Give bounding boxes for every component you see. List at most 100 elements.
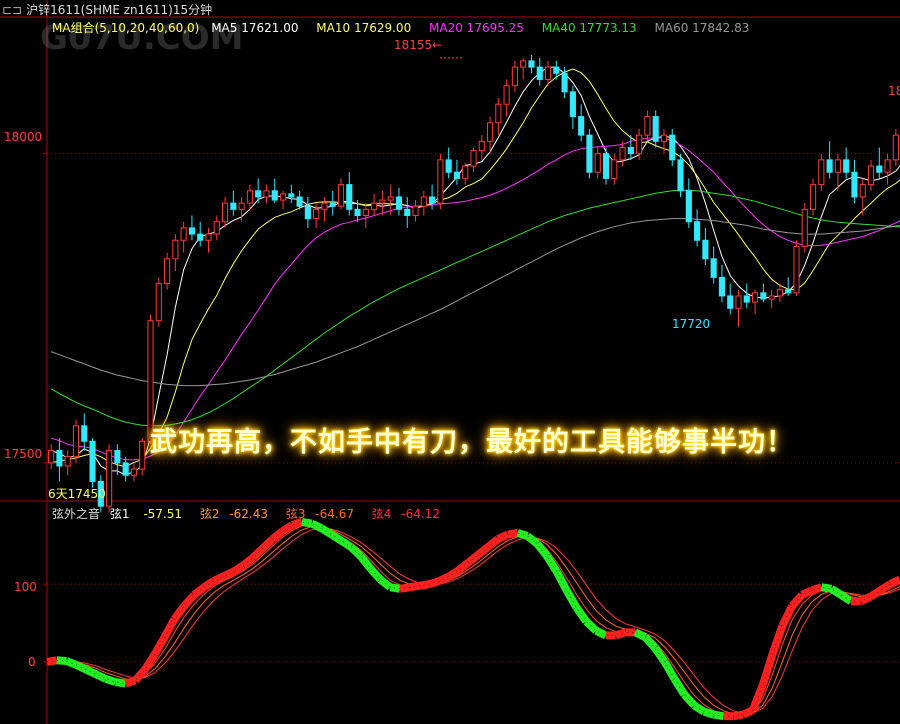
candle-down — [188, 227, 195, 235]
candle-down — [429, 196, 436, 204]
candle-down — [627, 147, 634, 155]
high-price-annotation: 18155← — [394, 38, 443, 52]
ma-legend: MA组合(5,10,20,40,60,0) MA5 17621.00 MA10 … — [52, 21, 749, 35]
title-bar: ⊏⊐ 沪锌1611(SHME zn1611)15分钟 — [2, 3, 212, 17]
candle-down — [669, 134, 676, 161]
candle-down — [586, 134, 593, 173]
candle-up — [164, 258, 171, 285]
ma-line-ma5 — [50, 66, 900, 476]
osc-segment-down — [338, 537, 354, 551]
candle-down — [710, 258, 717, 278]
candle-down — [743, 295, 750, 303]
osc-segment-down — [651, 645, 668, 665]
osc-segment-down — [681, 691, 698, 709]
osc-segment-down — [329, 531, 344, 545]
window-icon[interactable]: ⊏⊐ — [2, 3, 22, 17]
osc-segment-up — [789, 592, 805, 609]
candle-up — [172, 239, 179, 260]
ma-line-ma60 — [50, 218, 900, 387]
osc-x4-value: -64.12 — [401, 507, 440, 521]
candle-down — [785, 289, 792, 294]
candle-up — [809, 184, 817, 210]
osc-tick-label: 100 — [14, 580, 37, 594]
candle-down — [718, 276, 726, 297]
candle-up — [221, 202, 229, 223]
ma-group-label[interactable]: MA组合(5,10,20,40,60,0) — [52, 21, 199, 35]
candle-down — [445, 159, 452, 173]
candle-down — [528, 60, 535, 68]
chart-canvas[interactable] — [0, 0, 900, 724]
candle-down — [56, 450, 63, 467]
candle-up — [313, 208, 320, 220]
osc-segment-up — [810, 583, 823, 595]
candle-up — [511, 66, 518, 87]
candle-down — [395, 196, 403, 210]
candle-up — [478, 140, 485, 152]
price-tick-label: 18000 — [4, 130, 43, 144]
osc-segment-down — [594, 627, 608, 640]
candle-down — [304, 205, 311, 220]
osc-tick-label: 0 — [28, 655, 36, 669]
candle-down — [685, 190, 692, 223]
candle-down — [843, 159, 850, 173]
candle-up — [611, 159, 618, 179]
osc-x1-label: 弦1 — [109, 507, 130, 521]
low-price-annotation: 17720 — [672, 317, 711, 331]
candle-up — [238, 202, 245, 210]
osc-segment-down — [553, 569, 571, 593]
ma20-label: MA20 17695.25 — [429, 21, 524, 35]
candle-up — [130, 468, 138, 476]
osc-segment-up — [485, 535, 501, 550]
slogan-banner: 武功再高，不如手中有刀，最好的工具能够事半功！ — [150, 427, 794, 458]
candle-up — [279, 193, 287, 201]
osc-name[interactable]: 弦外之音 — [52, 507, 100, 521]
candle-up — [636, 134, 643, 155]
candle-down — [602, 153, 610, 179]
candle-up — [818, 159, 825, 186]
candle-down — [346, 184, 353, 210]
candle-down — [288, 193, 295, 198]
osc-segment-up — [446, 566, 461, 580]
candle-up — [48, 450, 55, 464]
candle-down — [578, 116, 585, 136]
candle-up — [263, 190, 270, 198]
candle-up — [503, 85, 510, 105]
osc-legend: 弦外之音 弦1 -57.51 弦2 -62.43 弦3 -64.67 弦4 -6… — [52, 507, 440, 521]
candle-down — [122, 462, 129, 476]
candle-down — [329, 202, 336, 207]
candle-up — [437, 159, 444, 204]
candle-down — [255, 190, 262, 198]
osc-segment-up — [46, 656, 58, 666]
candle-up — [486, 122, 494, 142]
ma5-label: MA5 17621.00 — [211, 21, 299, 35]
osc-segment-down — [829, 585, 844, 599]
candle-down — [404, 208, 411, 217]
osc-segment-up — [280, 521, 295, 535]
candle-up — [337, 184, 345, 207]
candle-down — [354, 208, 361, 217]
candle-down — [230, 202, 237, 210]
candle-up — [371, 202, 378, 210]
candle-up — [793, 245, 800, 294]
osc-segment-down — [642, 634, 658, 651]
candle-down — [826, 159, 833, 173]
candle-down — [652, 116, 659, 142]
candle-up — [544, 66, 552, 80]
osc-x2-label: 弦2 — [199, 507, 220, 521]
candle-up — [768, 295, 775, 300]
candle-down — [727, 295, 734, 309]
osc-x1-value: -57.51 — [143, 507, 182, 521]
candle-down — [553, 66, 560, 74]
candle-up — [859, 184, 866, 198]
candle-down — [114, 450, 121, 464]
price-tick-label: 17500 — [4, 447, 43, 461]
candle-up — [619, 147, 626, 161]
osc-segment-down — [348, 543, 364, 560]
candle-up — [213, 221, 220, 235]
candle-down — [561, 72, 568, 93]
osc-x2-value: -62.43 — [229, 507, 268, 521]
osc-x3-value: -64.67 — [315, 507, 354, 521]
candle-up — [106, 450, 113, 507]
candle-up — [379, 199, 386, 204]
candle-up — [884, 159, 891, 173]
